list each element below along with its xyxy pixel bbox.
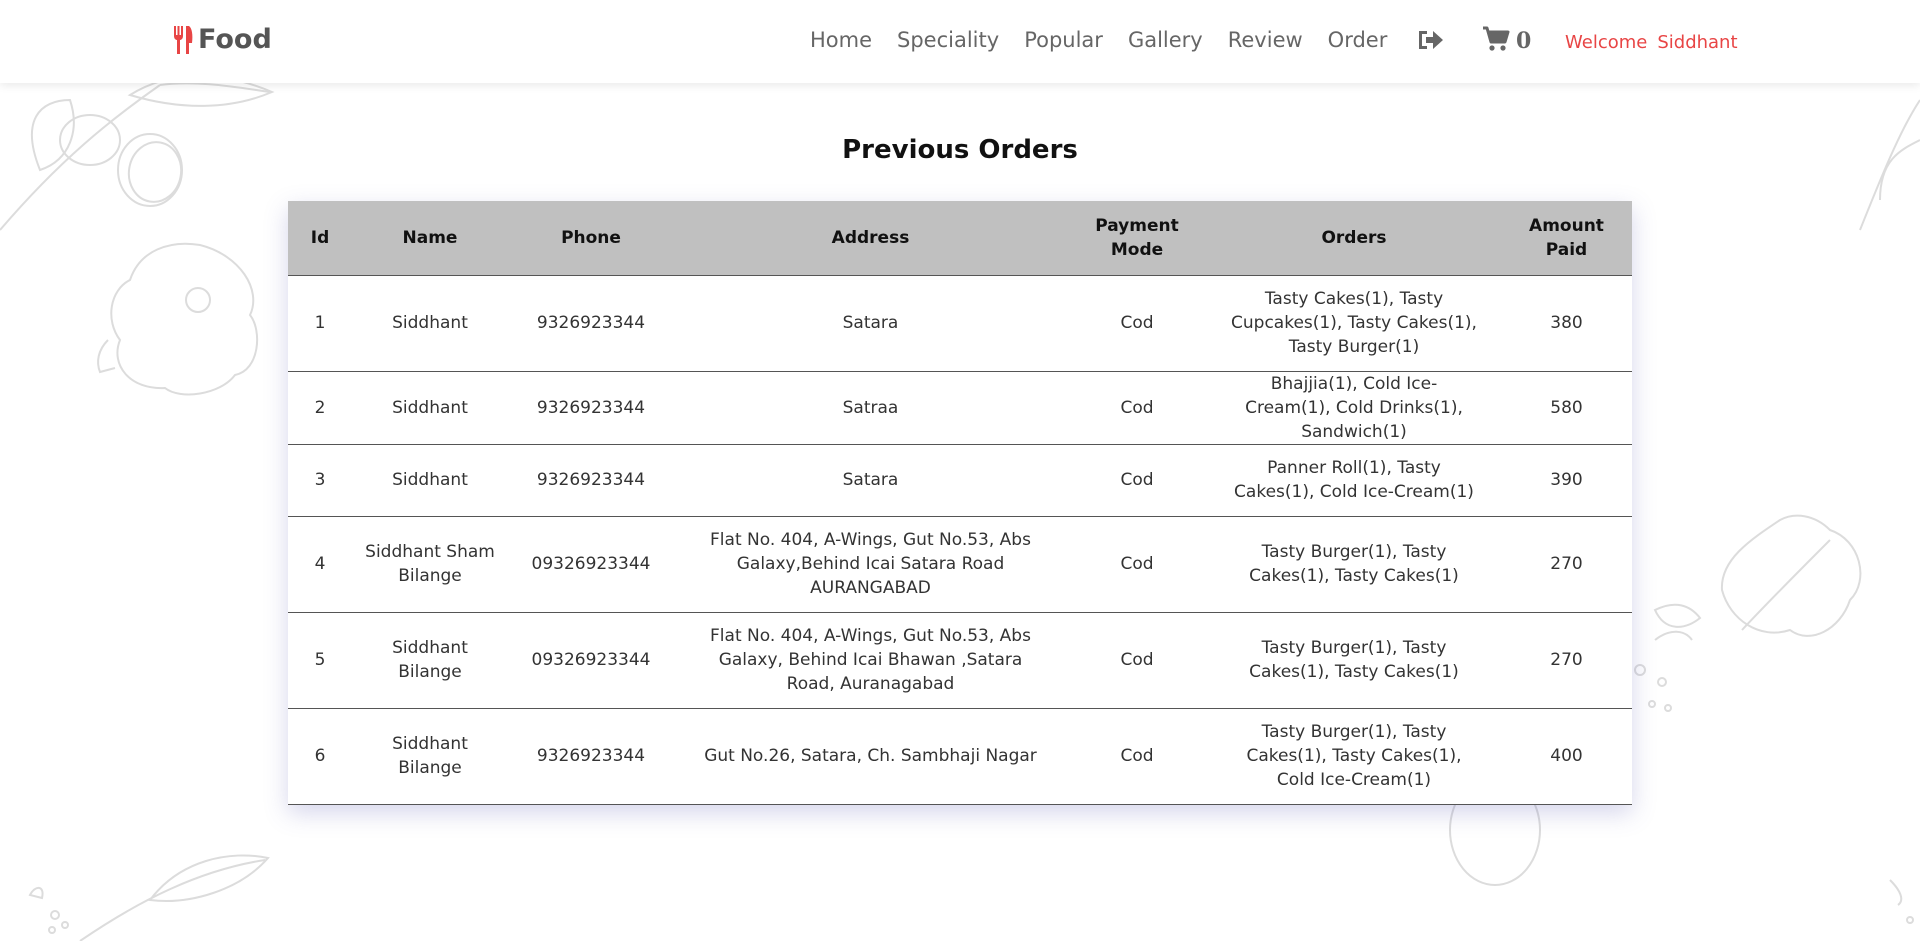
table-row: 6 Siddhant Bilange 9326923344 Gut No.26,… <box>288 707 1632 805</box>
nav-order[interactable]: Order <box>1328 28 1388 52</box>
cell-amount-paid: 400 <box>1501 707 1632 805</box>
main-content: Previous Orders Id Name Phone Address Pa… <box>0 83 1920 941</box>
welcome-message: Welcome Siddhant <box>1565 32 1738 53</box>
cell-name: Siddhant <box>352 370 508 444</box>
cell-orders: Tasty Burger(1), Tasty Cakes(1), Tasty C… <box>1207 707 1501 805</box>
top-navbar: Food Home Speciality Popular Gallery Rev… <box>0 0 1920 83</box>
welcome-username: Siddhant <box>1657 32 1738 53</box>
cart-icon <box>1482 26 1510 56</box>
table-header: Id Name Phone Address Payment Mode Order… <box>288 201 1632 275</box>
cell-id: 2 <box>288 370 352 444</box>
header-address: Address <box>674 201 1067 275</box>
cell-phone: 09326923344 <box>508 515 674 612</box>
cell-orders: Bhajjia(1), Cold Ice-Cream(1), Cold Drin… <box>1207 370 1501 444</box>
table-row: 5 Siddhant Bilange 09326923344 Flat No. … <box>288 611 1632 708</box>
cell-id: 6 <box>288 707 352 805</box>
table-row: 2 Siddhant 9326923344 Satraa Cod Bhajjia… <box>288 370 1632 444</box>
table-row: 3 Siddhant 9326923344 Satara Cod Panner … <box>288 443 1632 516</box>
header-orders: Orders <box>1207 201 1501 275</box>
cell-phone: 9326923344 <box>508 707 674 805</box>
cell-amount-paid: 580 <box>1501 370 1632 444</box>
cell-id: 3 <box>288 443 352 516</box>
orders-table: Id Name Phone Address Payment Mode Order… <box>288 201 1632 805</box>
cell-amount-paid: 270 <box>1501 611 1632 708</box>
cell-orders: Tasty Burger(1), Tasty Cakes(1), Tasty C… <box>1207 611 1501 708</box>
table-row: 4 Siddhant Sham Bilange 09326923344 Flat… <box>288 515 1632 612</box>
cell-payment-mode: Cod <box>1067 515 1207 612</box>
cell-amount-paid: 270 <box>1501 515 1632 612</box>
nav-speciality[interactable]: Speciality <box>897 28 999 52</box>
cell-amount-paid: 390 <box>1501 443 1632 516</box>
cell-payment-mode: Cod <box>1067 370 1207 444</box>
nav-popular[interactable]: Popular <box>1024 28 1103 52</box>
cell-orders: Tasty Burger(1), Tasty Cakes(1), Tasty C… <box>1207 515 1501 612</box>
cell-name: Siddhant Bilange <box>352 611 508 708</box>
cell-address: Satara <box>674 274 1067 371</box>
cell-address: Flat No. 404, A-Wings, Gut No.53, Abs Ga… <box>674 515 1067 612</box>
nav-review[interactable]: Review <box>1228 28 1303 52</box>
cell-name: Siddhant <box>352 274 508 371</box>
cell-address: Gut No.26, Satara, Ch. Sambhaji Nagar <box>674 707 1067 805</box>
utensils-icon <box>172 25 194 55</box>
cell-phone: 09326923344 <box>508 611 674 708</box>
cart-button[interactable]: 0 <box>1482 26 1531 56</box>
cell-phone: 9326923344 <box>508 443 674 516</box>
table-row: 1 Siddhant 9326923344 Satara Cod Tasty C… <box>288 274 1632 371</box>
header-phone: Phone <box>508 201 674 275</box>
cell-orders: Panner Roll(1), Tasty Cakes(1), Cold Ice… <box>1207 443 1501 516</box>
cell-payment-mode: Cod <box>1067 443 1207 516</box>
orders-table-container: Id Name Phone Address Payment Mode Order… <box>288 201 1632 805</box>
cell-id: 4 <box>288 515 352 612</box>
cell-address: Flat No. 404, A-Wings, Gut No.53, Abs Ga… <box>674 611 1067 708</box>
cell-phone: 9326923344 <box>508 274 674 371</box>
table-body: 1 Siddhant 9326923344 Satara Cod Tasty C… <box>288 274 1632 805</box>
cell-payment-mode: Cod <box>1067 611 1207 708</box>
cell-amount-paid: 380 <box>1501 274 1632 371</box>
main-nav: Home Speciality Popular Gallery Review O… <box>810 28 1412 52</box>
cell-name: Siddhant Sham Bilange <box>352 515 508 612</box>
cell-phone: 9326923344 <box>508 370 674 444</box>
cell-address: Satraa <box>674 370 1067 444</box>
nav-home[interactable]: Home <box>810 28 872 52</box>
cell-id: 5 <box>288 611 352 708</box>
cell-payment-mode: Cod <box>1067 274 1207 371</box>
header-name: Name <box>352 201 508 275</box>
cell-address: Satara <box>674 443 1067 516</box>
brand-name: Food <box>198 24 272 55</box>
cell-name: Siddhant <box>352 443 508 516</box>
welcome-prefix: Welcome <box>1565 32 1648 53</box>
brand-logo[interactable]: Food <box>172 24 272 55</box>
header-id: Id <box>288 201 352 275</box>
cell-payment-mode: Cod <box>1067 707 1207 805</box>
sign-out-icon[interactable] <box>1417 28 1445 56</box>
header-amount-paid: Amount Paid <box>1501 201 1632 275</box>
cart-count: 0 <box>1516 28 1532 54</box>
cell-id: 1 <box>288 274 352 371</box>
nav-gallery[interactable]: Gallery <box>1128 28 1203 52</box>
page-title: Previous Orders <box>842 135 1078 165</box>
cell-name: Siddhant Bilange <box>352 707 508 805</box>
cell-orders: Tasty Cakes(1), Tasty Cupcakes(1), Tasty… <box>1207 274 1501 371</box>
header-payment-mode: Payment Mode <box>1067 201 1207 275</box>
